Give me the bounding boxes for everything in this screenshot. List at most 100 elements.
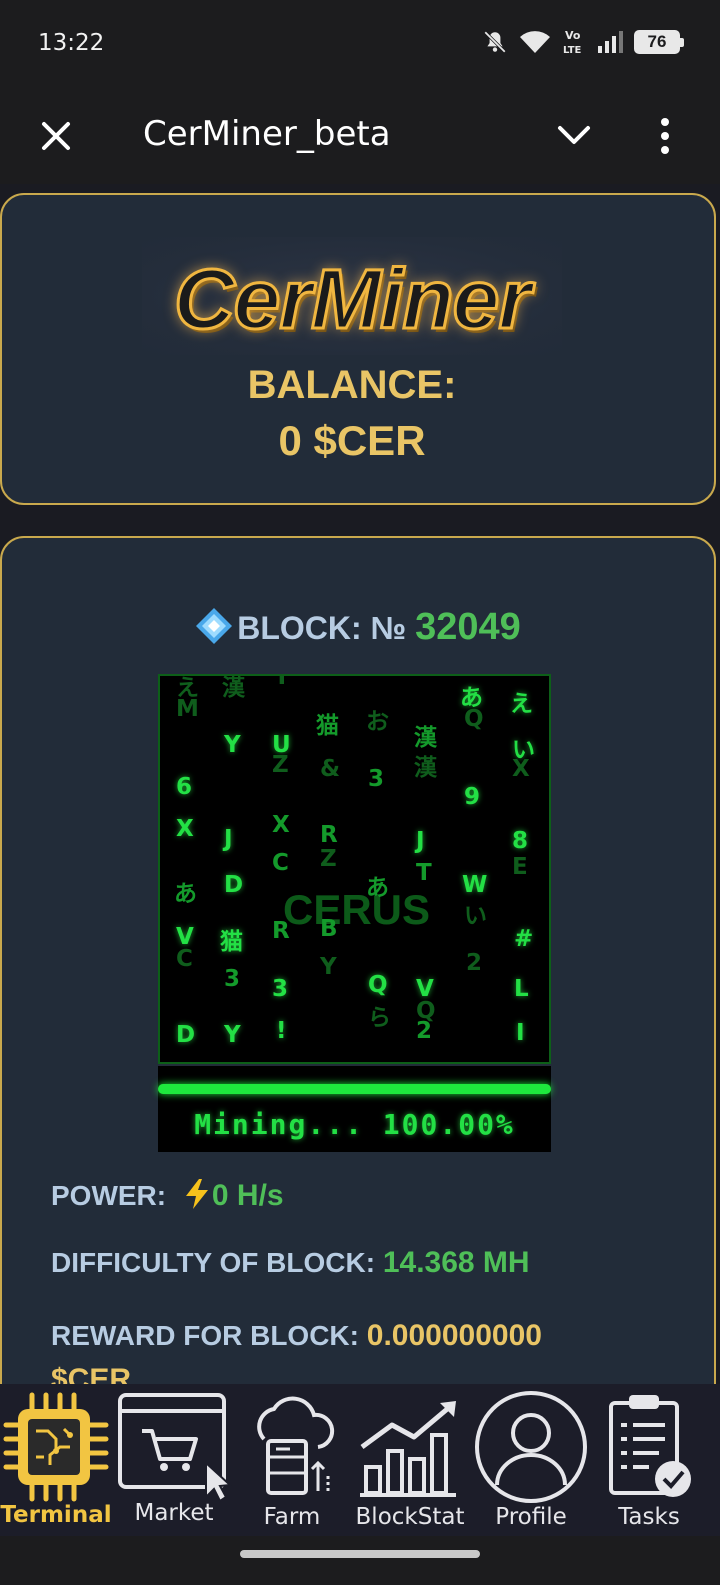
- block-label: BLOCK: №: [237, 610, 407, 646]
- balance-card: CerMiner BALANCE: 0 $CER: [0, 193, 716, 505]
- matrix-glyph: Y: [224, 732, 241, 758]
- matrix-brand: CERUS: [282, 886, 431, 933]
- matrix-glyph: ら: [368, 1005, 391, 1031]
- nav-item-terminal[interactable]: Terminal: [0, 1384, 112, 1536]
- cloud-server-icon: [257, 1396, 335, 1495]
- matrix-glyph: X: [272, 812, 290, 838]
- svg-text:LTE: LTE: [563, 45, 582, 56]
- matrix-glyph: I: [516, 1020, 525, 1046]
- difficulty-label: DIFFICULTY OF BLOCK:: [51, 1247, 376, 1278]
- progress-text: Mining... 100.00%: [194, 1108, 515, 1141]
- matrix-glyph: 3: [224, 966, 241, 992]
- power-stat: POWER: 0 H/s: [51, 1178, 284, 1213]
- diamond-icon: [196, 608, 233, 644]
- matrix-glyph: T: [274, 674, 290, 690]
- matrix-glyph: Z: [320, 846, 337, 872]
- block-number: 32049: [415, 606, 521, 648]
- circuit-chip-icon: [3, 1392, 109, 1502]
- app-title: CerMiner_beta: [143, 114, 391, 154]
- matrix-glyph: D: [224, 872, 244, 898]
- status-time: 13:22: [38, 30, 105, 56]
- balance-label: BALANCE:: [247, 363, 457, 407]
- matrix-glyph: #: [514, 926, 534, 952]
- app-bar: CerMiner_beta: [0, 92, 720, 184]
- nav-item-market[interactable]: Market: [112, 1384, 236, 1536]
- matrix-glyph: 猫: [220, 929, 243, 955]
- matrix-glyph: あ: [366, 875, 389, 901]
- nav-label-market: Market: [134, 1500, 214, 1526]
- matrix-glyph: W: [462, 872, 488, 898]
- chevron-down-icon[interactable]: [554, 118, 594, 154]
- matrix-glyph: D: [176, 1022, 196, 1048]
- matrix-glyph: Q: [368, 972, 388, 998]
- power-label: POWER:: [51, 1180, 167, 1211]
- matrix-glyph: J: [224, 826, 233, 852]
- gesture-bar: [0, 1536, 720, 1585]
- wifi-icon: [520, 31, 550, 53]
- mining-matrix-animation: CERUS え M 漢 T あ え Q 猫 お 漢 漢 Y U Z い X & …: [158, 674, 551, 1064]
- matrix-glyph: T: [416, 860, 432, 886]
- matrix-glyph: 漢: [414, 755, 437, 781]
- matrix-glyph: L: [514, 976, 529, 1002]
- matrix-glyph: &: [320, 756, 341, 782]
- matrix-glyph: 2: [416, 1018, 433, 1044]
- matrix-glyph: R: [320, 822, 338, 848]
- lightning-icon: [185, 1179, 208, 1209]
- reward-stat: REWARD FOR BLOCK: 0.000000000 $CER: [51, 1314, 611, 1384]
- nav-label-profile: Profile: [495, 1504, 567, 1530]
- svg-text:Vo: Vo: [565, 29, 581, 42]
- volte-icon: Vo LTE: [563, 29, 582, 56]
- progress-track: [158, 1084, 551, 1094]
- home-gesture-pill[interactable]: [240, 1550, 480, 1558]
- cart-window-icon: [118, 1393, 233, 1503]
- matrix-glyph: 8: [512, 828, 529, 854]
- battery-icon: 76: [634, 30, 684, 54]
- matrix-glyph: C: [272, 850, 289, 876]
- bar-chart-icon: [360, 1401, 456, 1497]
- matrix-glyph: M: [176, 696, 199, 722]
- matrix-glyph: E: [512, 854, 528, 880]
- matrix-glyph: Y: [224, 1022, 241, 1048]
- nav-item-blockstat[interactable]: BlockStat: [348, 1384, 472, 1536]
- matrix-glyph: あ: [174, 881, 197, 907]
- close-icon[interactable]: [36, 116, 76, 156]
- more-vertical-icon[interactable]: [650, 114, 680, 158]
- nav-item-tasks[interactable]: Tasks: [590, 1384, 708, 1536]
- matrix-glyph: B: [320, 916, 338, 942]
- matrix-glyph: !: [276, 1018, 287, 1044]
- block-row: BLOCK: № 32049: [2, 606, 714, 649]
- nav-label-farm: Farm: [263, 1504, 321, 1530]
- nav-item-farm[interactable]: Farm: [236, 1384, 348, 1536]
- difficulty-stat: DIFFICULTY OF BLOCK: 14.368 MH: [51, 1246, 530, 1280]
- reward-label: REWARD FOR BLOCK:: [51, 1320, 359, 1351]
- matrix-glyph: 3: [368, 766, 385, 792]
- matrix-glyph: 6: [176, 774, 193, 800]
- difficulty-value: 14.368 MH: [382, 1246, 530, 1279]
- matrix-glyph: 9: [464, 784, 481, 810]
- status-bar: 13:22 Vo LTE 76: [0, 0, 720, 92]
- nav-label-tasks: Tasks: [618, 1504, 680, 1530]
- main-content[interactable]: CerMiner BALANCE: 0 $CER BLOCK: № 32049 …: [0, 184, 720, 1384]
- matrix-glyph: J: [416, 828, 425, 854]
- mute-bell-icon: [484, 31, 506, 53]
- mining-progress: Mining... 100.00%: [158, 1066, 551, 1152]
- matrix-glyph: R: [272, 918, 290, 944]
- bottom-nav: Terminal Market Farm BlockStat Profile T…: [0, 1384, 720, 1536]
- matrix-glyph: Q: [464, 706, 484, 732]
- matrix-glyph: X: [512, 756, 530, 782]
- balance-value: 0 $CER: [278, 417, 426, 464]
- matrix-glyph: い: [464, 903, 487, 929]
- matrix-glyph: 3: [272, 976, 289, 1002]
- matrix-glyph: 猫: [316, 713, 339, 739]
- progress-fill: [158, 1084, 551, 1094]
- matrix-glyph: X: [176, 816, 194, 842]
- signal-icon: [598, 31, 623, 53]
- matrix-glyph: え: [510, 691, 533, 717]
- nav-label-blockstat: BlockStat: [355, 1504, 465, 1530]
- nav-label-terminal: Terminal: [0, 1502, 112, 1528]
- matrix-glyph: Y: [320, 954, 337, 980]
- cerminer-logo: CerMiner: [142, 237, 562, 355]
- nav-item-profile[interactable]: Profile: [472, 1384, 590, 1536]
- matrix-glyph: お: [366, 709, 389, 735]
- clipboard-check-icon: [609, 1395, 691, 1497]
